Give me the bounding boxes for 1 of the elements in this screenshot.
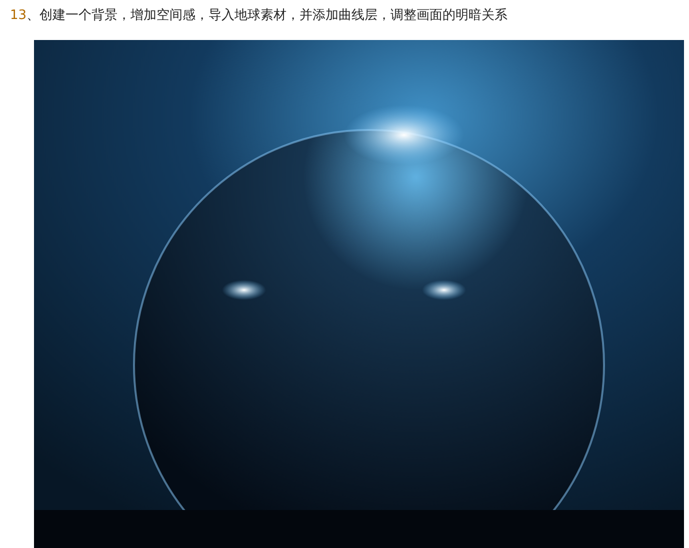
step-instruction: 13、创建一个背景，增加空间感，导入地球素材，并添加曲线层，调整画面的明暗关系 [10, 7, 509, 25]
